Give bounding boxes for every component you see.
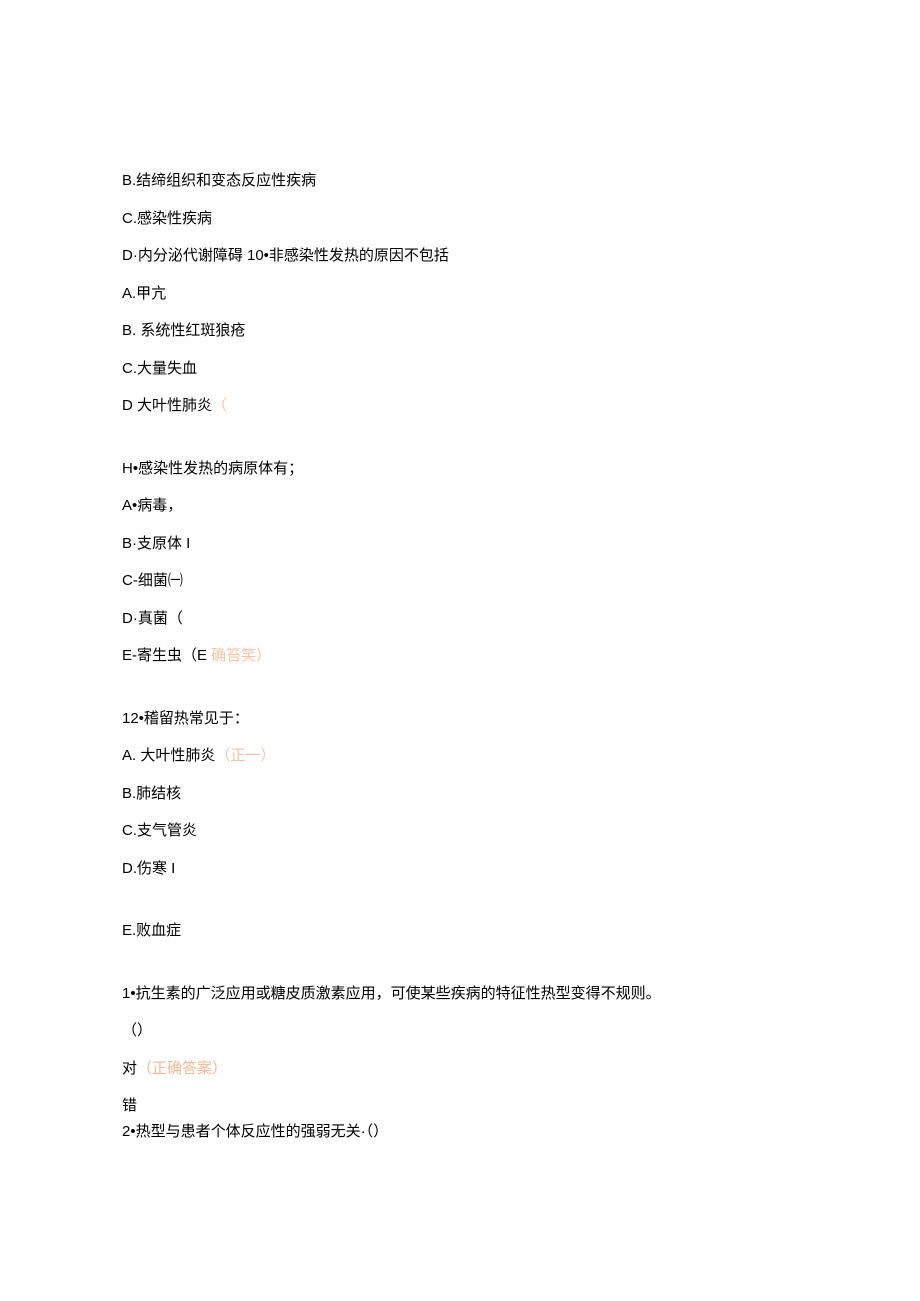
option-text: C-细菌㈠ [122, 572, 183, 589]
option-text: D·真菌（ [122, 610, 183, 627]
option-line: 对（正确答案） [122, 1058, 798, 1081]
question-text: H•感染性发热的病原体有； [122, 460, 303, 477]
option-line: C-细菌㈠ [122, 570, 798, 593]
option-text: A.甲亢 [122, 285, 166, 302]
question-text: 2•热型与患者个体反应性的强弱无关·（） [122, 1123, 388, 1140]
option-text: B.肺结核 [122, 785, 181, 802]
document-body: B.结缔组织和变态反应性疾病 C.感染性疾病 D·内分泌代谢障碍 10•非感染性… [122, 170, 798, 1143]
option-line: D·内分泌代谢障碍 10•非感染性发热的原因不包括 [122, 245, 798, 268]
option-text: E.败血症 [122, 922, 181, 939]
question-line: 2•热型与患者个体反应性的强弱无关·（） [122, 1121, 798, 1144]
option-text: C.支气管炎 [122, 822, 197, 839]
answer-mark: 确笞笑） [207, 647, 271, 664]
question-line: 1•抗生素的广泛应用或糖皮质激素应用，可使某些疾病的特征性热型变得不规则。 [122, 983, 798, 1006]
option-line: C.支气管炎 [122, 820, 798, 843]
question-text: 12•稽留热常见于： [122, 710, 249, 727]
option-line: D 大叶性肺炎（ [122, 395, 798, 418]
option-text: B·支原体 I [122, 535, 190, 552]
option-text: E-寄生虫（E [122, 647, 207, 664]
option-line: B.结缔组织和变态反应性疾病 [122, 170, 798, 193]
spacer [122, 958, 798, 983]
paren-text: （） [122, 1022, 152, 1039]
option-line: 错 [122, 1095, 798, 1118]
option-line: B. 系统性红斑狼疮 [122, 320, 798, 343]
correct-answer-mark: （正确答案） [137, 1060, 227, 1077]
option-text: C.大量失血 [122, 360, 197, 377]
option-line: A.甲亢 [122, 283, 798, 306]
option-text: D.伤寒 I [122, 860, 175, 877]
question-text: 1•抗生素的广泛应用或糖皮质激素应用，可使某些疾病的特征性热型变得不规则。 [122, 985, 661, 1002]
option-line: E.败血症 [122, 920, 798, 943]
option-text: A. 大叶性肺炎 [122, 747, 215, 764]
option-line: A. 大叶性肺炎（正一） [122, 745, 798, 768]
option-text: B.结缔组织和变态反应性疾病 [122, 172, 316, 189]
option-text: D·内分泌代谢障碍 10•非感染性发热的原因不包括 [122, 247, 449, 264]
option-line: B.肺结核 [122, 783, 798, 806]
question-line: H•感染性发热的病原体有； [122, 458, 798, 481]
paren-line: （） [122, 1020, 798, 1043]
option-text: 错 [122, 1097, 137, 1114]
option-text: 对 [122, 1060, 137, 1077]
question-line: 12•稽留热常见于： [122, 708, 798, 731]
option-line: D.伤寒 I [122, 858, 798, 881]
option-line: C.大量失血 [122, 358, 798, 381]
option-text: A•病毒， [122, 497, 182, 514]
option-text: C.感染性疾病 [122, 210, 212, 227]
option-line: D·真菌（ [122, 608, 798, 631]
answer-mark: （ [212, 397, 227, 414]
option-line: E-寄生虫（E 确笞笑） [122, 645, 798, 668]
option-line: A•病毒， [122, 495, 798, 518]
answer-mark: （正一） [215, 747, 275, 764]
option-line: B·支原体 I [122, 533, 798, 556]
option-text: D 大叶性肺炎 [122, 397, 212, 414]
spacer [122, 433, 798, 458]
option-text: B. 系统性红斑狼疮 [122, 322, 245, 339]
option-line: C.感染性疾病 [122, 208, 798, 231]
spacer [122, 683, 798, 708]
spacer [122, 895, 798, 920]
